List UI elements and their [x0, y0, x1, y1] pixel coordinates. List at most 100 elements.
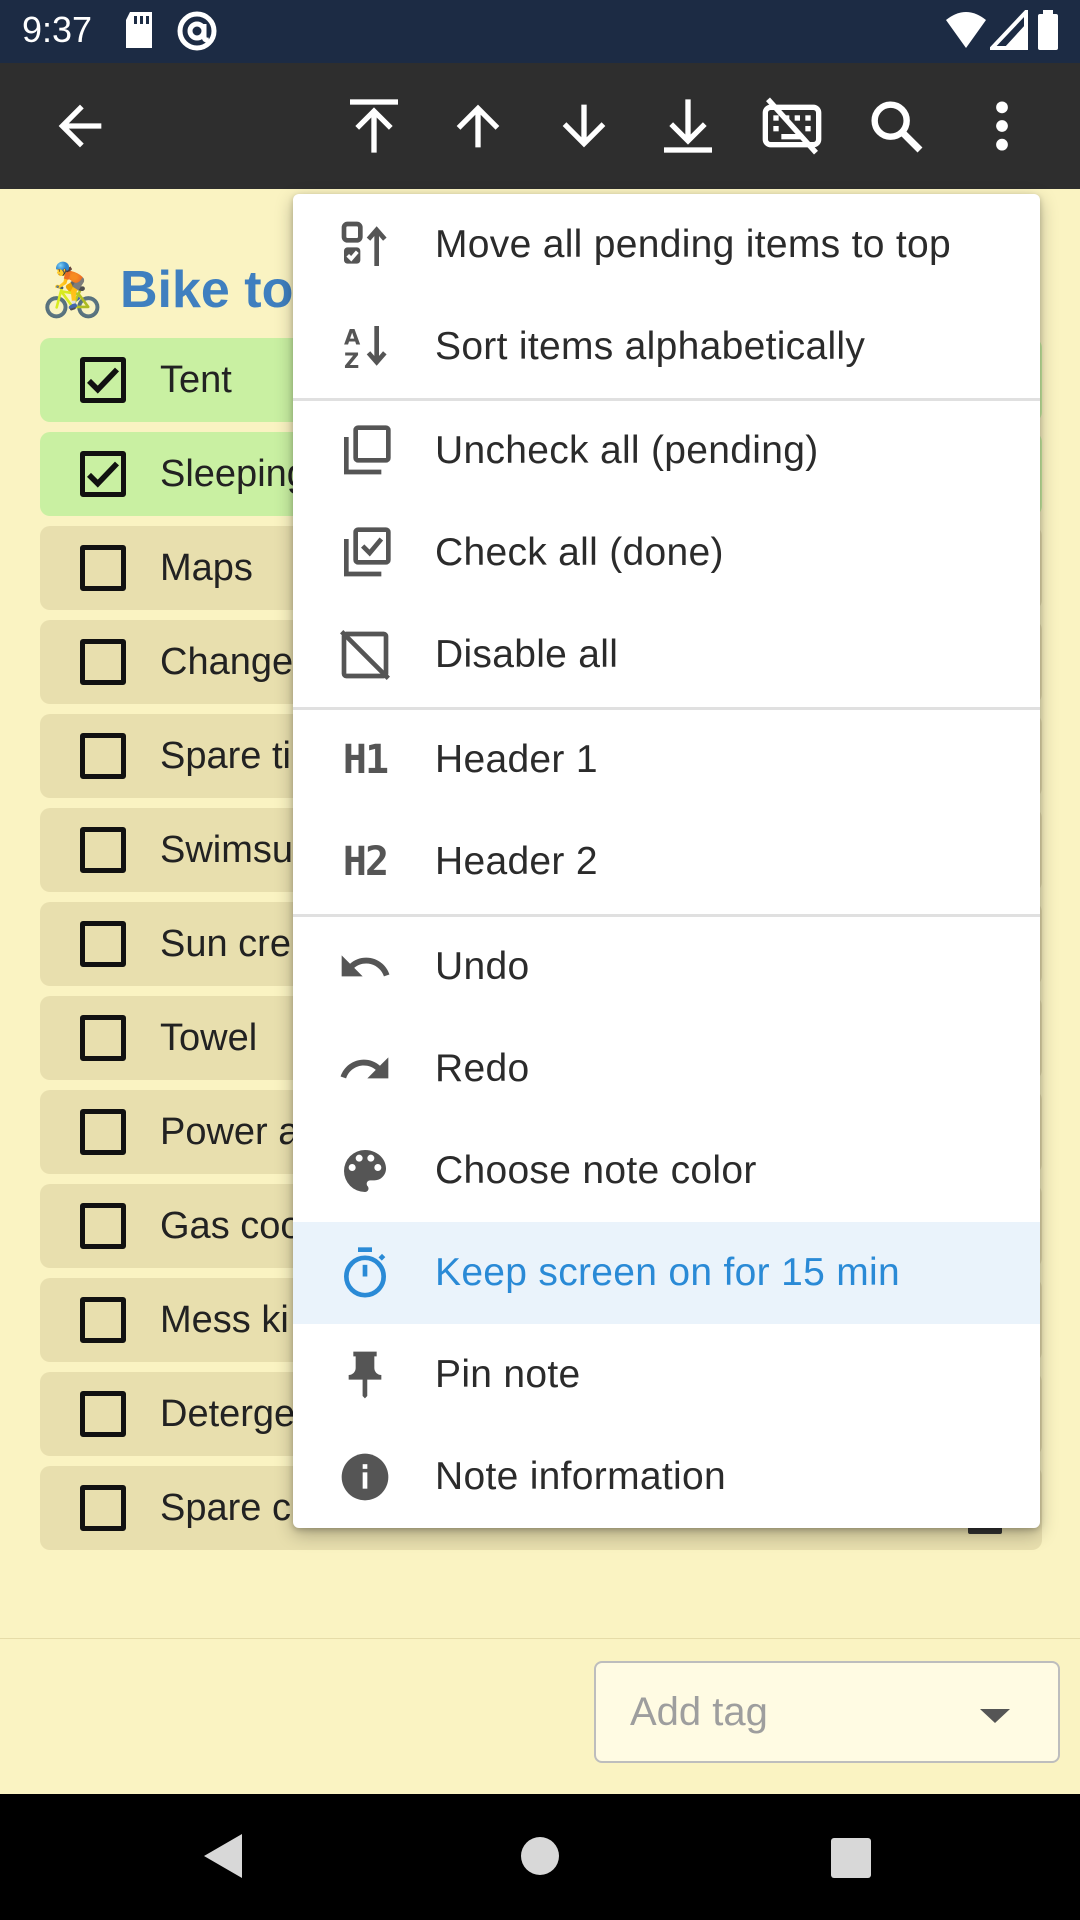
menu-item-label: Undo [435, 945, 530, 988]
list-item-label: Spare c [160, 1486, 291, 1529]
check-mark-icon [87, 367, 120, 394]
bike-emoji-icon: 🚴 [40, 261, 105, 320]
info-icon [337, 1449, 393, 1505]
menu-item-check-all[interactable]: Check all (done) [293, 502, 1040, 604]
move-down-button[interactable] [548, 90, 620, 162]
h1-icon: H1 [342, 737, 389, 783]
menu-item-timer[interactable]: Keep screen on for 15 min [293, 1222, 1040, 1324]
at-sign-icon [176, 10, 218, 57]
unchecked-checkbox[interactable] [80, 1485, 126, 1531]
undo-icon [337, 939, 393, 995]
redo-icon [337, 1041, 393, 1097]
dropdown-arrow-icon [980, 1709, 1010, 1723]
list-item-label: Sleeping [160, 452, 308, 495]
move-up-button[interactable] [442, 90, 514, 162]
list-item-label: Deterge [160, 1392, 296, 1435]
pin-icon [337, 1347, 393, 1403]
status-bar: 9:37 [0, 0, 1080, 63]
menu-item-pin[interactable]: Pin note [293, 1324, 1040, 1426]
unchecked-checkbox[interactable] [80, 1015, 126, 1061]
search-icon [871, 101, 923, 153]
sort-alpha-icon: AZ [337, 319, 393, 375]
wifi-icon [944, 10, 988, 55]
hide-keyboard-icon [762, 97, 822, 155]
menu-item-label: Uncheck all (pending) [435, 429, 819, 472]
check-all-icon [337, 525, 393, 581]
add-tag-placeholder: Add tag [630, 1689, 768, 1734]
menu-item-move-pending-top[interactable]: Move all pending items to top [293, 194, 1040, 296]
checked-checkbox[interactable] [80, 357, 126, 403]
h2-icon: H2 [342, 839, 389, 885]
svg-text:Z: Z [344, 349, 359, 373]
menu-item-redo[interactable]: Redo [293, 1018, 1040, 1120]
move-pending-top-icon [337, 217, 393, 273]
move-to-bottom-button[interactable] [652, 90, 724, 162]
menu-item-palette[interactable]: Choose note color [293, 1120, 1040, 1222]
sd-card-icon [122, 10, 156, 55]
nav-back-button[interactable] [204, 1834, 242, 1878]
more-vert-icon [996, 101, 1008, 151]
nav-home-button[interactable] [521, 1837, 559, 1875]
unchecked-checkbox[interactable] [80, 1391, 126, 1437]
uncheck-all-icon [337, 423, 393, 479]
checked-checkbox[interactable] [80, 451, 126, 497]
menu-item-label: Sort items alphabetically [435, 325, 866, 368]
add-tag-dropdown[interactable]: Add tag [594, 1661, 1060, 1763]
list-item-label: Spare ti [160, 734, 291, 777]
svg-text:A: A [344, 326, 361, 350]
menu-item-label: Keep screen on for 15 min [435, 1251, 900, 1294]
list-item-label: Towel [160, 1016, 258, 1059]
more-options-button[interactable] [966, 90, 1038, 162]
move-to-bottom-icon [664, 99, 712, 153]
move-to-top-button[interactable] [338, 90, 410, 162]
status-time: 9:37 [22, 9, 93, 50]
menu-item-label: Move all pending items to top [435, 223, 951, 266]
list-item-label: Tent [160, 358, 232, 401]
menu-item-info[interactable]: Note information [293, 1426, 1040, 1528]
menu-item-label: Check all (done) [435, 531, 724, 574]
menu-item-label: Disable all [435, 633, 619, 676]
menu-item-uncheck-all[interactable]: Uncheck all (pending) [293, 400, 1040, 502]
unchecked-checkbox[interactable] [80, 639, 126, 685]
list-item-label: Swimsu [160, 828, 294, 871]
menu-item-h1[interactable]: H1 Header 1 [293, 709, 1040, 811]
unchecked-checkbox[interactable] [80, 1297, 126, 1343]
check-mark-icon [87, 461, 120, 488]
disable-all-icon [337, 627, 393, 683]
menu-item-label: Pin note [435, 1353, 581, 1396]
search-button[interactable] [860, 90, 932, 162]
move-down-icon [562, 104, 606, 148]
back-button[interactable] [44, 90, 116, 162]
menu-item-h2[interactable]: H2 Header 2 [293, 811, 1040, 913]
signal-icon [987, 6, 1028, 55]
list-item-label: Power a [160, 1110, 300, 1153]
list-item-label: Maps [160, 546, 253, 589]
list-item-label: Change [160, 640, 294, 683]
list-item-label: Sun cre [160, 922, 291, 965]
menu-item-label: Header 1 [435, 738, 598, 781]
nav-recents-button[interactable] [831, 1838, 871, 1878]
unchecked-checkbox[interactable] [80, 827, 126, 873]
unchecked-checkbox[interactable] [80, 545, 126, 591]
move-up-icon [456, 104, 500, 148]
menu-item-undo[interactable]: Undo [293, 916, 1040, 1018]
menu-item-label: Header 2 [435, 840, 598, 883]
unchecked-checkbox[interactable] [80, 1203, 126, 1249]
palette-icon [337, 1143, 393, 1199]
hide-keyboard-button[interactable] [756, 90, 828, 162]
menu-item-label: Choose note color [435, 1149, 757, 1192]
note-title-row: 🚴 Bike tou [40, 255, 325, 325]
list-item-label: Mess ki [160, 1298, 289, 1341]
unchecked-checkbox[interactable] [80, 1109, 126, 1155]
menu-item-sort-alpha[interactable]: A Z Sort items alphabetically [293, 296, 1040, 398]
timer-icon [337, 1245, 393, 1301]
battery-icon [1036, 10, 1060, 57]
move-to-top-icon [350, 99, 398, 153]
menu-item-label: Redo [435, 1047, 530, 1090]
unchecked-checkbox[interactable] [80, 733, 126, 779]
back-arrow-icon [58, 104, 102, 148]
toolbar [0, 63, 1080, 189]
overflow-menu: Move all pending items to top A Z Sort item… [293, 194, 1040, 1528]
unchecked-checkbox[interactable] [80, 921, 126, 967]
menu-item-disable-all[interactable]: Disable all [293, 604, 1040, 706]
